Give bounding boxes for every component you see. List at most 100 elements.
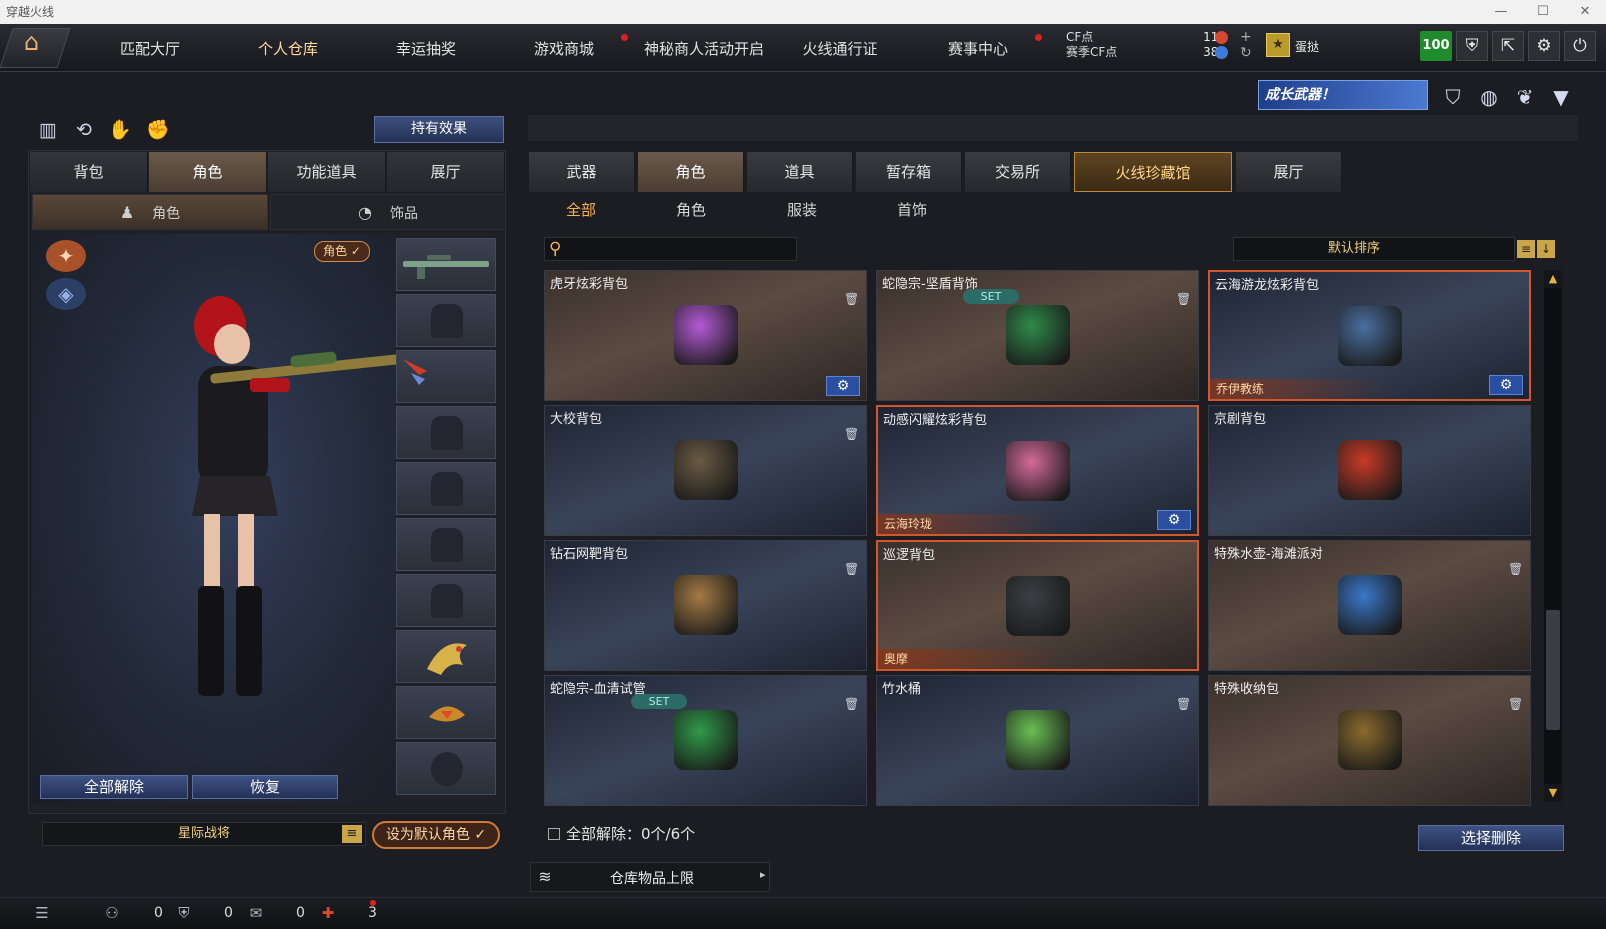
subtab-accessory[interactable]: ◔ 饰品 [270, 194, 506, 230]
item-card[interactable]: 巡逻背包 奥摩 [876, 540, 1199, 671]
subtab-clothing[interactable]: 服装 [762, 198, 842, 222]
item-card[interactable]: 大校背包 🗑 [544, 405, 867, 536]
badge-v-icon[interactable]: ⛉ [1440, 84, 1466, 110]
pose-icon[interactable]: ✋ [108, 118, 132, 142]
trash-icon[interactable]: 🗑 [1176, 291, 1191, 307]
mask-icon[interactable]: ◈ [46, 278, 86, 310]
item-card[interactable]: 特殊收纳包 🗑 [1208, 675, 1531, 806]
exit-door-icon[interactable]: ⇱ [1492, 31, 1524, 61]
list-menu-icon[interactable]: ≡ [342, 825, 362, 843]
slot-helmet[interactable] [396, 294, 496, 347]
item-settings-icon[interactable]: ⚙ [826, 376, 860, 396]
globe-icon[interactable]: ◍ [1476, 84, 1502, 110]
trash-icon[interactable]: 🗑 [1508, 696, 1523, 712]
fist-icon[interactable]: ✊ [146, 118, 170, 142]
tab-exchange[interactable]: 交易所 [965, 152, 1071, 192]
maximize-button[interactable]: ☐ [1522, 0, 1564, 24]
slot-backpack[interactable] [396, 462, 496, 515]
sort-direction-icon[interactable]: ↓ [1537, 240, 1555, 258]
tab-mystery-merchant[interactable]: 神秘商人活动开启 [636, 30, 772, 68]
friends-icon[interactable]: ⚇ [102, 903, 122, 923]
sort-dropdown[interactable]: 默认排序 [1233, 237, 1515, 261]
power-icon[interactable]: ⏻ [1564, 31, 1596, 61]
slot-primary-weapon[interactable] [396, 238, 496, 291]
item-settings-icon[interactable]: ⚙ [1157, 510, 1191, 530]
item-card[interactable]: 蛇隐宗-血清试管 SET 🗑 [544, 675, 867, 806]
tab-event-center[interactable]: 赛事中心 [912, 30, 1044, 68]
item-card[interactable]: 钻石网靶背包 🗑 [544, 540, 867, 671]
tab-lucky-draw[interactable]: 幸运抽奖 [360, 30, 492, 68]
release-all-checkbox[interactable] [548, 828, 560, 840]
item-settings-icon[interactable]: ⚙ [1489, 375, 1523, 395]
tab-backpack[interactable]: 背包 [30, 152, 148, 192]
shield-icon[interactable]: ⛨ [1456, 31, 1488, 61]
gift-icon[interactable]: ✚ [318, 903, 338, 923]
tab-right-showroom[interactable]: 展厅 [1236, 152, 1342, 192]
tab-battle-pass[interactable]: 火线通行证 [774, 30, 906, 68]
item-card[interactable]: 虎牙炫彩背包 🗑 ⚙ [544, 270, 867, 401]
release-all-button[interactable]: 全部解除 [40, 775, 188, 799]
subtab-character[interactable]: ♟ 角色 [32, 194, 268, 230]
scroll-up-icon[interactable]: ▲ [1544, 270, 1562, 288]
character-emblem-icon[interactable]: ✦ [46, 240, 86, 272]
close-button[interactable]: ✕ [1564, 0, 1606, 24]
wing-icon[interactable]: ❦ [1512, 84, 1538, 110]
capacity-arrow-icon[interactable]: ▸ [760, 868, 766, 881]
trash-icon[interactable]: 🗑 [844, 426, 859, 442]
rotate-icon[interactable]: ⟲ [72, 118, 96, 142]
item-card[interactable]: 蛇隐宗-坚盾背饰 SET 🗑 [876, 270, 1199, 401]
trash-icon[interactable]: 🗑 [1508, 561, 1523, 577]
select-delete-button[interactable]: 选择删除 [1418, 825, 1564, 851]
trash-icon[interactable]: 🗑 [844, 561, 859, 577]
item-card[interactable]: 云海游龙炫彩背包 乔伊教练 ⚙ [1208, 270, 1531, 401]
sort-menu-icon[interactable]: ≡ [1517, 240, 1535, 258]
tab-showroom[interactable]: 展厅 [387, 152, 505, 192]
slot-emblem[interactable] [396, 686, 496, 739]
character-name-field[interactable]: 星际战将 [42, 822, 366, 846]
item-card[interactable]: 竹水桶 🗑 [876, 675, 1199, 806]
tab-game-store[interactable]: 游戏商城 [498, 30, 630, 68]
list-icon[interactable]: ☰ [32, 903, 52, 923]
scrollbar-thumb[interactable] [1546, 610, 1560, 730]
gear-icon[interactable]: ⚙ [1528, 31, 1560, 61]
subtab-all[interactable]: 全部 [541, 198, 621, 222]
tab-storage-box[interactable]: 暂存箱 [856, 152, 962, 192]
tab-props[interactable]: 道具 [747, 152, 853, 192]
slot-pet[interactable] [396, 630, 496, 683]
clan-shield-icon[interactable]: ⛨ [174, 903, 194, 923]
item-card[interactable]: 京剧背包 [1208, 405, 1531, 536]
stats-icon[interactable]: ▥ [36, 118, 60, 142]
tab-character-items[interactable]: 角色 [638, 152, 744, 192]
slot-vest[interactable] [396, 406, 496, 459]
v-logo-icon[interactable]: ▼ [1548, 84, 1574, 110]
refresh-icon[interactable]: ↻ [1240, 46, 1252, 60]
chat-icon[interactable]: ✉ [246, 903, 266, 923]
tab-personal-storage[interactable]: 个人仓库 [222, 30, 354, 68]
item-card[interactable]: 动感闪耀炫彩背包 云海玲珑 ⚙ [876, 405, 1199, 536]
trash-icon[interactable]: 🗑 [844, 696, 859, 712]
tab-character[interactable]: 角色 [149, 152, 267, 192]
slot-extra[interactable] [396, 742, 496, 795]
item-card[interactable]: 特殊水壶-海滩派对 🗑 [1208, 540, 1531, 671]
growth-weapon-banner[interactable]: 成长武器！ [1258, 80, 1428, 110]
minimize-button[interactable]: — [1480, 0, 1522, 24]
tab-weapons[interactable]: 武器 [529, 152, 635, 192]
slot-pants[interactable] [396, 574, 496, 627]
slot-armor[interactable] [396, 518, 496, 571]
trash-icon[interactable]: 🗑 [844, 291, 859, 307]
search-input[interactable] [544, 237, 797, 261]
subtab-jewelry[interactable]: 首饰 [872, 198, 952, 222]
scroll-down-icon[interactable]: ▼ [1544, 784, 1562, 802]
restore-button[interactable]: 恢复 [192, 775, 338, 799]
add-currency-icon[interactable]: + [1240, 30, 1252, 44]
level-badge[interactable]: 100 [1420, 31, 1452, 61]
hold-effect-button[interactable]: 持有效果 [374, 116, 504, 143]
set-default-character-button[interactable]: 设为默认角色 ✓ [372, 821, 500, 849]
tab-collection-hall[interactable]: 火线珍藏馆 [1074, 152, 1232, 192]
trash-icon[interactable]: 🗑 [1176, 696, 1191, 712]
tab-functional-items[interactable]: 功能道具 [268, 152, 386, 192]
slot-knife[interactable] [396, 350, 496, 403]
release-all-row[interactable]: 全部解除：0个/6个 [548, 823, 695, 844]
tab-match-hall[interactable]: 匹配大厅 [84, 30, 216, 68]
subtab-role[interactable]: 角色 [651, 198, 731, 222]
